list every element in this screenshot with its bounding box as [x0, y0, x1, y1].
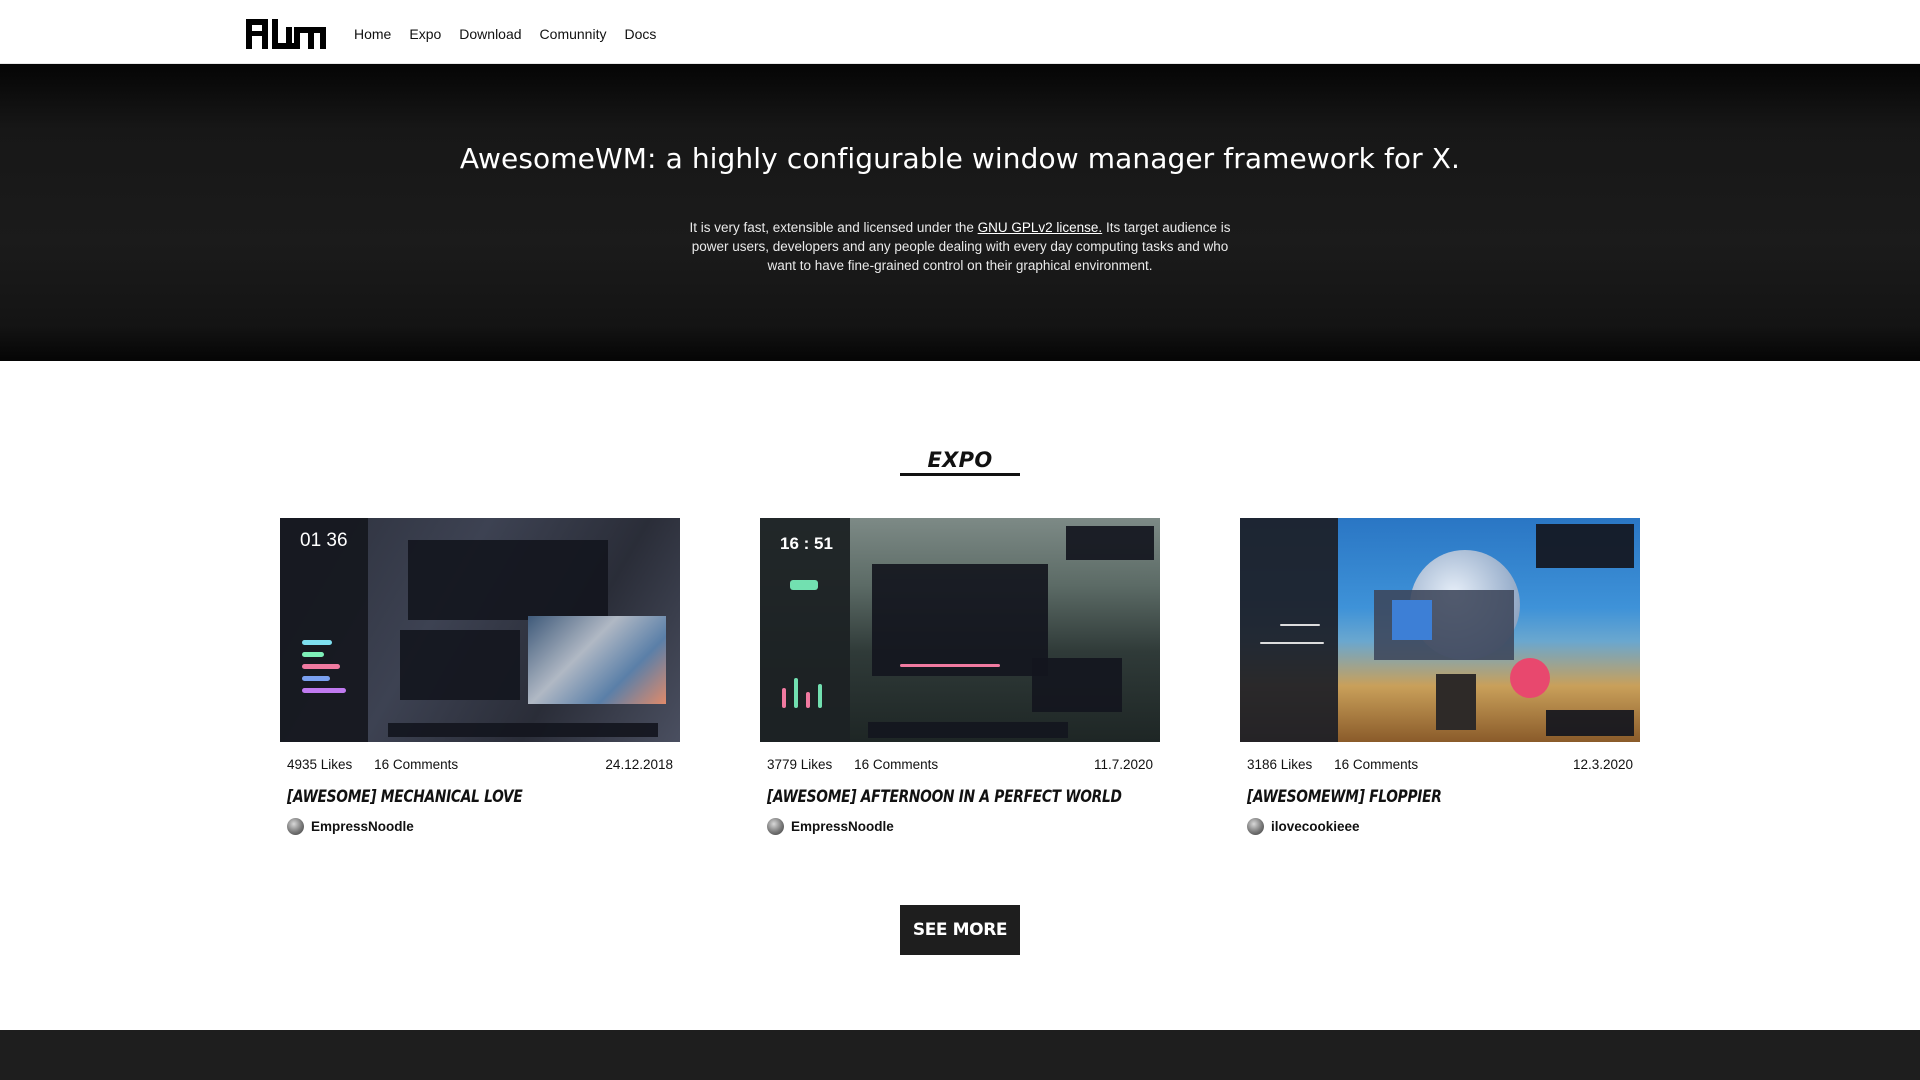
- avatar: [1247, 818, 1264, 835]
- expo-section: EXPO 01 36 4935 Likes 16 Comments 24.12.…: [0, 361, 1920, 1031]
- expo-card: 16 : 51 3779 Likes 16 Comments 11.7.2020…: [760, 518, 1160, 835]
- thumb-clock: 16 : 51: [780, 534, 833, 553]
- nav-links: Home Expo Download Comunnity Docs: [354, 26, 674, 42]
- post-date: 11.7.2020: [1093, 757, 1153, 772]
- expo-card-title[interactable]: [AWESOME] AFTERNOON IN A PERFECT WORLD: [767, 787, 1122, 807]
- expo-card-screenshot[interactable]: 01 36: [280, 518, 680, 742]
- hero-description: It is very fast, extensible and licensed…: [680, 218, 1240, 275]
- avatar: [287, 818, 304, 835]
- hero-section: AwesomeWM: a highly configurable window …: [0, 64, 1920, 361]
- post-date: 12.3.2020: [1572, 757, 1633, 772]
- nav-community-link[interactable]: Comunnity: [540, 26, 607, 42]
- hero-title: AwesomeWM: a highly configurable window …: [459, 142, 1461, 175]
- gpl-license-link[interactable]: GNU GPLv2 license.: [978, 220, 1103, 235]
- hero-desc-before: It is very fast, extensible and licensed…: [689, 220, 978, 235]
- expo-card-meta: 4935 Likes 16 Comments 24.12.2018: [280, 757, 680, 772]
- top-navbar: Home Expo Download Comunnity Docs: [0, 0, 1920, 64]
- author-name: EmpressNoodle: [791, 819, 894, 834]
- post-date: 24.12.2018: [605, 757, 673, 772]
- likes-count: 3779 Likes: [767, 757, 833, 772]
- nav-home-link[interactable]: Home: [354, 26, 391, 42]
- expo-card-author[interactable]: ilovecookieee: [1247, 818, 1633, 835]
- expo-card-author[interactable]: EmpressNoodle: [287, 818, 673, 835]
- expo-card-title[interactable]: [AWESOME] MECHANICAL LOVE: [287, 787, 634, 807]
- author-name: ilovecookieee: [1271, 819, 1360, 834]
- nav-expo-link[interactable]: Expo: [409, 26, 441, 42]
- likes-count: 4935 Likes: [287, 757, 353, 772]
- thumb-clock: 01 36: [300, 530, 348, 551]
- awesomewm-logo[interactable]: [246, 19, 326, 49]
- nav-docs-link[interactable]: Docs: [624, 26, 656, 42]
- expo-heading-underline: [900, 473, 1020, 476]
- expo-card-screenshot[interactable]: 16 : 51: [760, 518, 1160, 742]
- expo-card-screenshot[interactable]: [1240, 518, 1640, 742]
- expo-card-author[interactable]: EmpressNoodle: [767, 818, 1153, 835]
- comments-count: 16 Comments: [1334, 757, 1419, 772]
- expo-heading: EXPO: [927, 448, 993, 472]
- see-more-button[interactable]: SEE MORE: [900, 905, 1020, 955]
- comments-count: 16 Comments: [374, 757, 459, 772]
- footer: [0, 1030, 1920, 1080]
- nav-download-link[interactable]: Download: [459, 26, 521, 42]
- expo-card-meta: 3779 Likes 16 Comments 11.7.2020: [760, 757, 1160, 772]
- expo-card: 01 36 4935 Likes 16 Comments 24.12.2018 …: [280, 518, 680, 835]
- avatar: [767, 818, 784, 835]
- author-name: EmpressNoodle: [311, 819, 414, 834]
- expo-card-meta: 3186 Likes 16 Comments 12.3.2020: [1240, 757, 1640, 772]
- expo-card: 3186 Likes 16 Comments 12.3.2020 [AWESOM…: [1240, 518, 1640, 835]
- comments-count: 16 Comments: [854, 757, 939, 772]
- expo-card-title[interactable]: [AWESOMEWM] FLOPPIER: [1247, 787, 1594, 807]
- likes-count: 3186 Likes: [1247, 757, 1313, 772]
